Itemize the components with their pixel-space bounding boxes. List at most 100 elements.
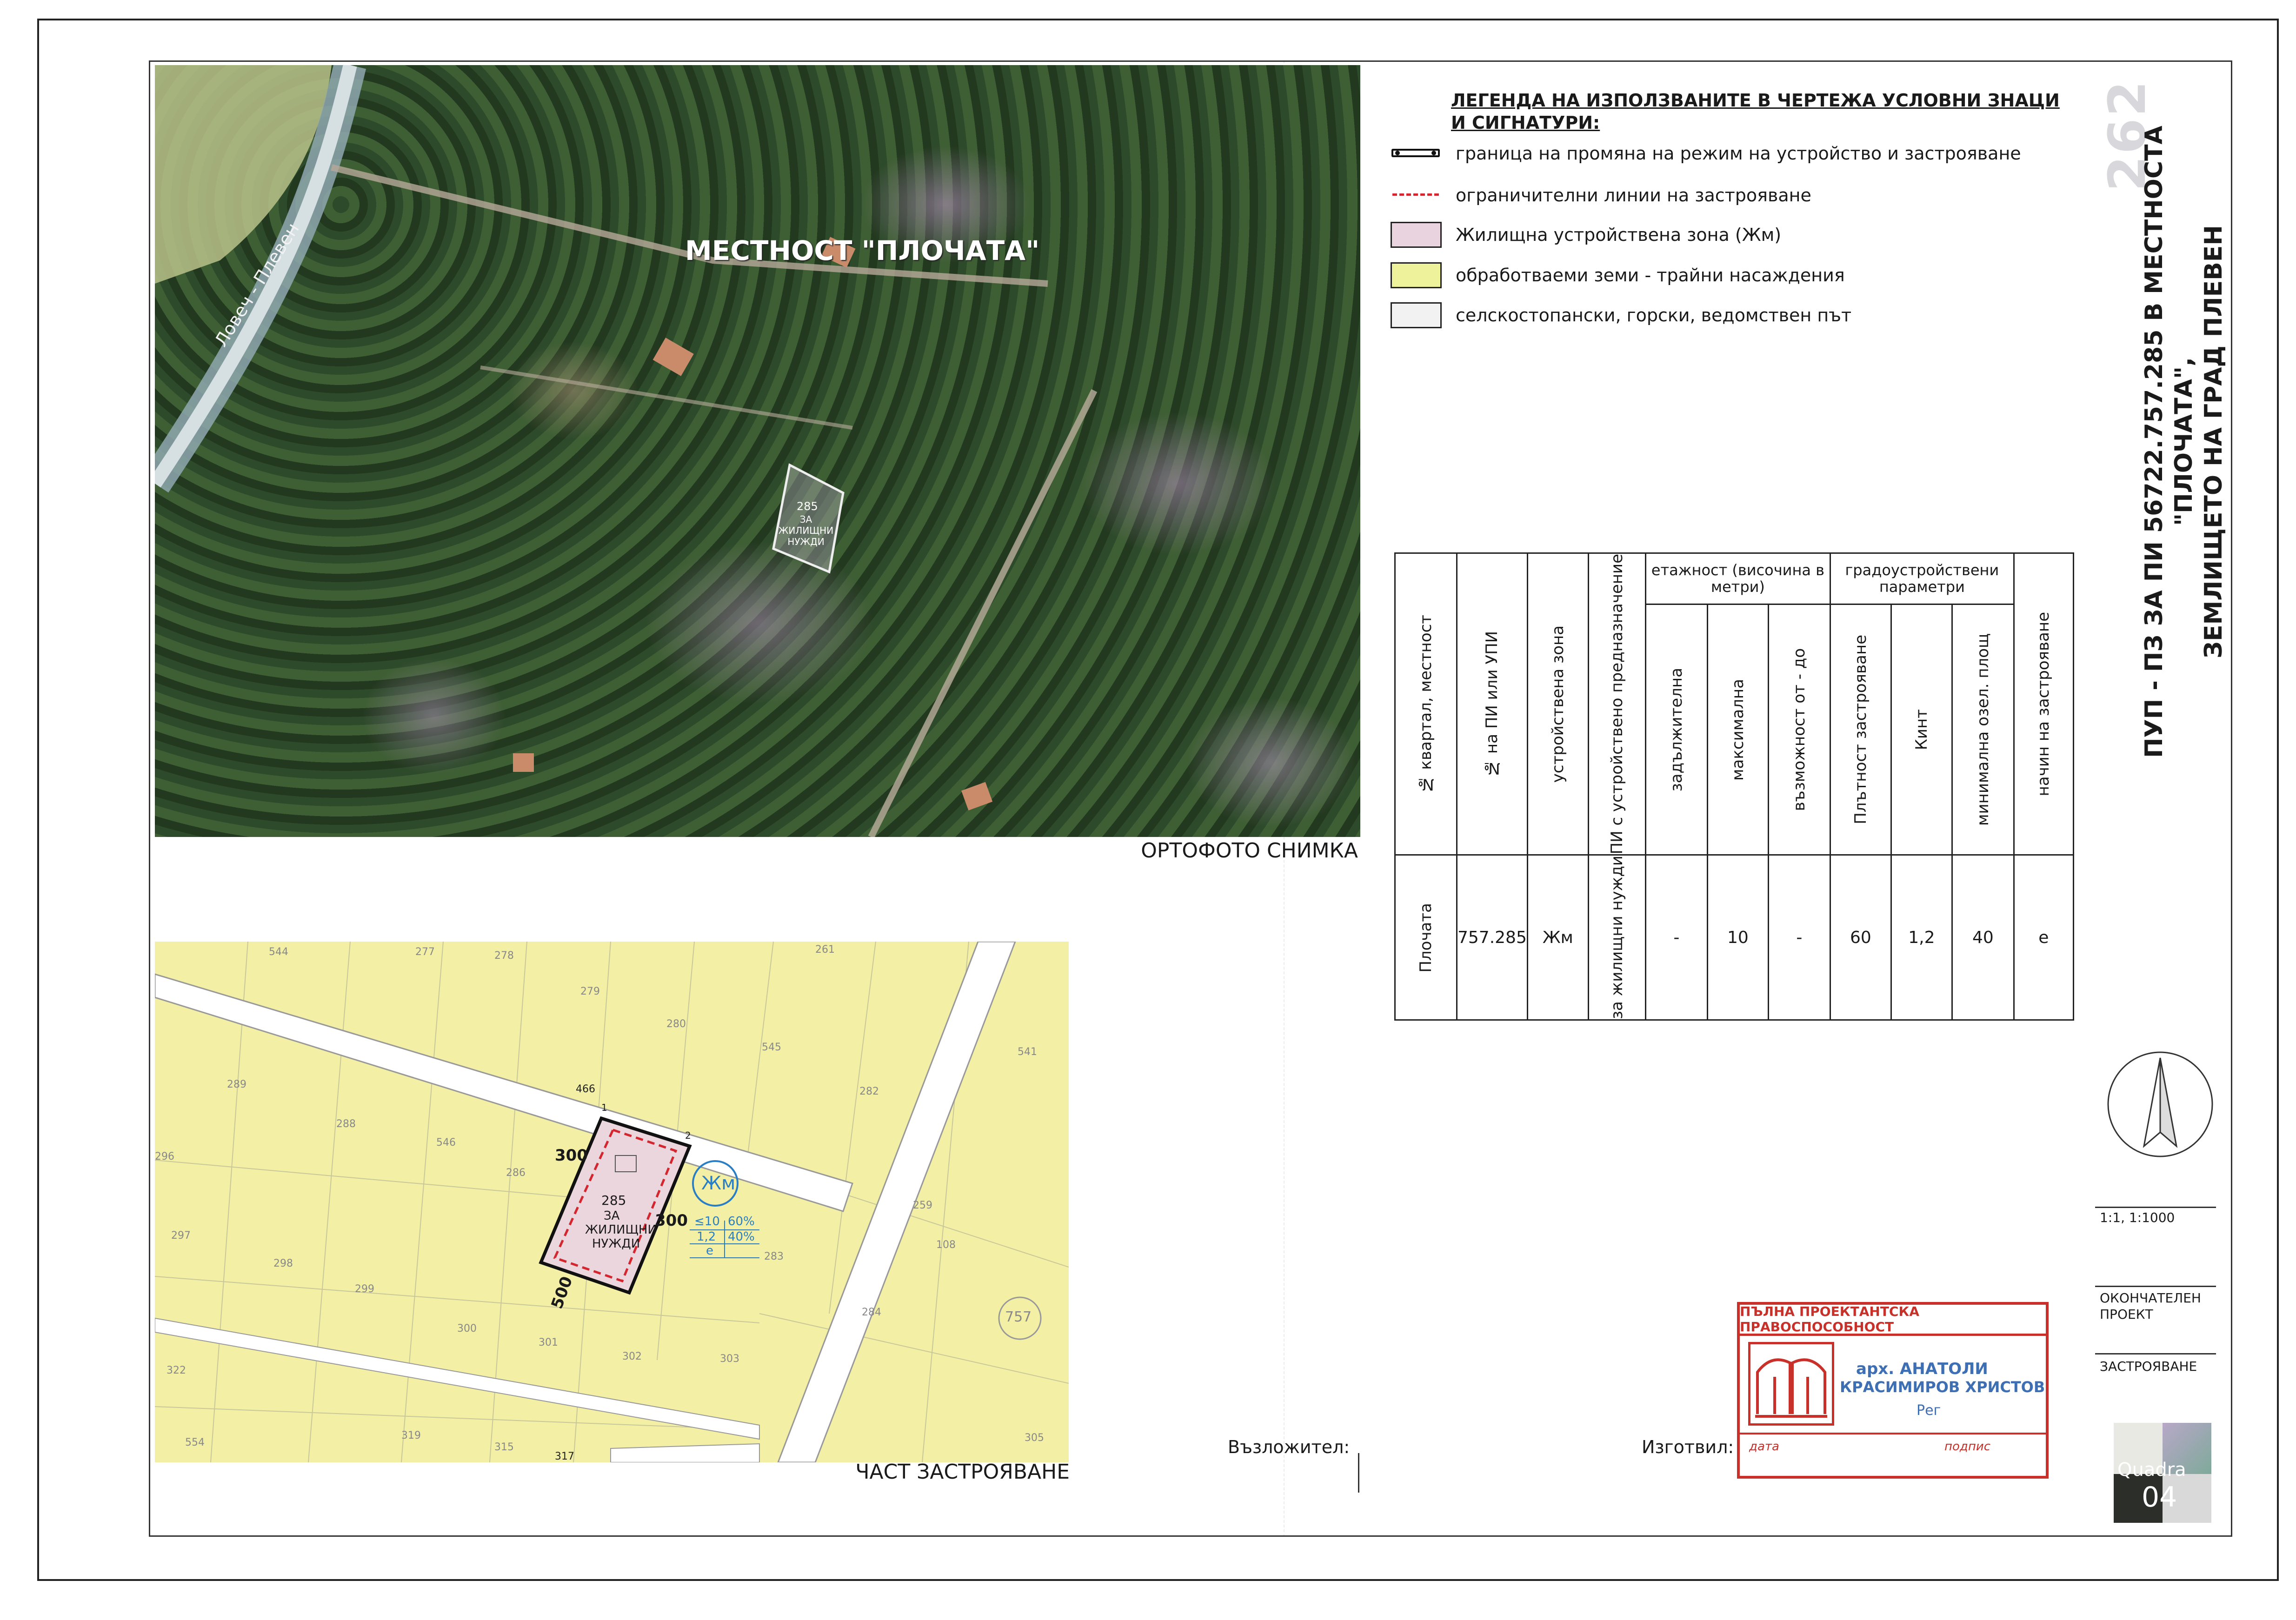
stamp-bottom-line bbox=[1740, 1433, 2046, 1434]
td-green: 40 bbox=[1951, 854, 2015, 1021]
td-zone: Жм bbox=[1526, 854, 1589, 1021]
stamp-sign: подпис bbox=[1944, 1440, 1991, 1454]
road-swatch bbox=[1391, 302, 1442, 328]
param-green: 40% bbox=[728, 1230, 755, 1244]
td-method: е bbox=[2013, 854, 2074, 1021]
td-possible: - bbox=[1767, 854, 1831, 1021]
td-pi: 757.285 bbox=[1456, 854, 1528, 1021]
stamp-name-line2: КРАСИМИРОВ ХРИСТОВ bbox=[1840, 1378, 2045, 1396]
td-purpose: за жилищни нужди bbox=[1587, 854, 1646, 1021]
th-green: минимална озел. площ bbox=[1951, 603, 2015, 856]
parcel-545: 545 bbox=[762, 1042, 781, 1053]
th-possible: възможност от - до bbox=[1767, 603, 1831, 856]
stage-divider bbox=[2095, 1286, 2216, 1287]
drawing-title-text: ПУП - ПЗ ЗА ПИ 56722.757.285 В МЕСТНОСТА… bbox=[2139, 74, 2229, 809]
parcel-298: 298 bbox=[273, 1258, 293, 1269]
part-label: ЗАСТРОЯВАНЕ bbox=[2100, 1359, 2197, 1374]
stamp-name-line1: арх. АНАТОЛИ bbox=[1856, 1360, 1988, 1378]
th-kint: Кинт bbox=[1890, 603, 1953, 856]
parcel-279: 279 bbox=[580, 986, 600, 997]
parcel-284: 284 bbox=[862, 1307, 881, 1318]
th-kint-text: Кинт bbox=[1912, 709, 1931, 750]
th-kvartal-text: № квартал, местност bbox=[1417, 615, 1435, 794]
boundary-swatch bbox=[1391, 140, 1442, 166]
th-params-group: градоустройствени параметри bbox=[1829, 552, 2015, 605]
company-logo: Quadra 04 bbox=[2114, 1423, 2211, 1523]
param-density: 60% bbox=[728, 1215, 755, 1228]
th-maximal: максимална bbox=[1706, 603, 1769, 856]
dim-left: 300 bbox=[555, 1146, 588, 1165]
legend-item-building-lines: ограничителни линии на застрояване bbox=[1391, 181, 1811, 209]
th-method-text: начин на застрояване bbox=[2034, 611, 2053, 797]
part-divider bbox=[2095, 1353, 2216, 1354]
cadastral-map: Жм 285 ЗА ЖИЛИЩНИ НУЖДИ 300 300 500 ≤10 … bbox=[155, 942, 1069, 1462]
locality-label: МЕСТНОСТ "ПЛОЧАТА" bbox=[685, 235, 1040, 266]
logo-number: 04 bbox=[2142, 1481, 2177, 1514]
stamp-reg: Рег bbox=[1917, 1402, 1941, 1419]
parcel-546: 546 bbox=[436, 1137, 456, 1149]
th-method: начин на застрояване bbox=[2013, 552, 2074, 856]
parameters-table: № квартал, местност № на ПИ или УПИ устр… bbox=[1394, 552, 2074, 1021]
cadastre-caption: ЧАСТ ЗАСТРОЯВАНЕ bbox=[855, 1460, 1070, 1484]
parcel-261: 261 bbox=[815, 944, 835, 956]
param-kint: 1,2 bbox=[697, 1230, 716, 1244]
td-kvartal: Плочата bbox=[1394, 854, 1457, 1021]
parcel-302: 302 bbox=[622, 1351, 642, 1362]
ortho-photo: 285 ЗА ЖИЛИЩНИ НУЖДИ МЕСТНОСТ "ПЛОЧАТА" … bbox=[155, 65, 1360, 837]
drawing-title-line1: ПУП - ПЗ ЗА ПИ 56722.757.285 В МЕСТНОСТА… bbox=[2140, 126, 2198, 758]
th-possible-text: възможност от - до bbox=[1790, 648, 1809, 811]
scale-divider bbox=[2095, 1207, 2216, 1208]
dim-right: 300 bbox=[655, 1211, 688, 1230]
th-pi: № на ПИ или УПИ bbox=[1456, 552, 1528, 856]
td-kvartal-text: Плочата bbox=[1417, 903, 1435, 973]
building-lines-swatch bbox=[1391, 182, 1442, 208]
plot-purpose-2: ЖИЛИЩНИ bbox=[585, 1223, 657, 1237]
parcel-289: 289 bbox=[227, 1079, 246, 1090]
plot-purpose-3: НУЖДИ bbox=[592, 1237, 640, 1251]
parcel-319: 319 bbox=[401, 1430, 421, 1441]
th-density: Плътност застрояване bbox=[1829, 603, 1892, 856]
td-density: 60 bbox=[1829, 854, 1892, 1021]
drawing-title-line2: ЗЕМЛИЩЕТО НА ГРАД ПЛЕВЕН bbox=[2200, 225, 2228, 658]
land-number: 757 bbox=[1005, 1309, 1032, 1325]
td-kint: 1,2 bbox=[1890, 854, 1953, 1021]
scale-value: 1:1, 1:1000 bbox=[2100, 1210, 2175, 1225]
th-purpose: ПИ с устройствено предназначение bbox=[1587, 552, 1646, 856]
client-signature-line bbox=[1358, 1453, 1359, 1493]
parcel-288: 288 bbox=[336, 1118, 356, 1130]
parcel-315: 315 bbox=[494, 1441, 514, 1453]
legend-title: ЛЕГЕНДА НА ИЗПОЛЗВАНИТЕ В ЧЕРТЕЖА УСЛОВН… bbox=[1451, 90, 2060, 133]
parcel-297: 297 bbox=[171, 1230, 191, 1242]
td-maximal: 10 bbox=[1706, 854, 1769, 1021]
th-kvartal: № квартал, местност bbox=[1394, 552, 1457, 856]
parcel-282: 282 bbox=[859, 1086, 879, 1097]
point-1: 1 bbox=[601, 1102, 607, 1113]
th-zone-text: устройствена зона bbox=[1548, 625, 1567, 783]
th-floors-group: етажност (височина в метри) bbox=[1644, 552, 1831, 605]
legend-item-arable-land: обработваеми земи - трайни насаждения bbox=[1391, 261, 1845, 289]
parcel-280: 280 bbox=[666, 1018, 686, 1030]
param-height: ≤10 bbox=[694, 1215, 720, 1228]
parcel-544: 544 bbox=[269, 946, 288, 958]
stage-line1: ОКОНЧАТЕЛЕН bbox=[2100, 1290, 2201, 1306]
point-2: 2 bbox=[685, 1130, 691, 1141]
parcel-108: 108 bbox=[936, 1239, 956, 1251]
road-466: 466 bbox=[576, 1083, 595, 1095]
stamp-date: дата bbox=[1749, 1440, 1779, 1454]
th-maximal-text: максимална bbox=[1728, 678, 1747, 781]
td-purpose-text: за жилищни нужди bbox=[1607, 856, 1626, 1020]
north-arrow bbox=[2104, 1049, 2216, 1160]
param-method: е bbox=[706, 1244, 713, 1258]
legend-label-road: селскостопански, горски, ведомствен път bbox=[1456, 305, 1852, 325]
parcel-541: 541 bbox=[1018, 1046, 1037, 1058]
parcel-554: 554 bbox=[185, 1437, 205, 1448]
legend-item-boundary: граница на промяна на режим на устройств… bbox=[1391, 139, 2021, 167]
th-zone: устройствена зона bbox=[1526, 552, 1589, 856]
stamp-title: ПЪЛНА ПРОЕКТАНТСКА ПРАВОСПОСОБНОСТ bbox=[1740, 1304, 2046, 1336]
ortho-caption: ОРТОФОТО СНИМКА bbox=[1141, 839, 1358, 863]
stamp-emblem bbox=[1748, 1342, 1834, 1426]
parcel-303: 303 bbox=[720, 1353, 739, 1365]
legend-label-residential-zone: Жилищна устройствена зона (Жм) bbox=[1456, 225, 1782, 245]
drawing-title: ПУП - ПЗ ЗА ПИ 56722.757.285 В МЕСТНОСТА… bbox=[2139, 74, 2232, 809]
plot-purpose-1: ЗА bbox=[604, 1209, 620, 1223]
